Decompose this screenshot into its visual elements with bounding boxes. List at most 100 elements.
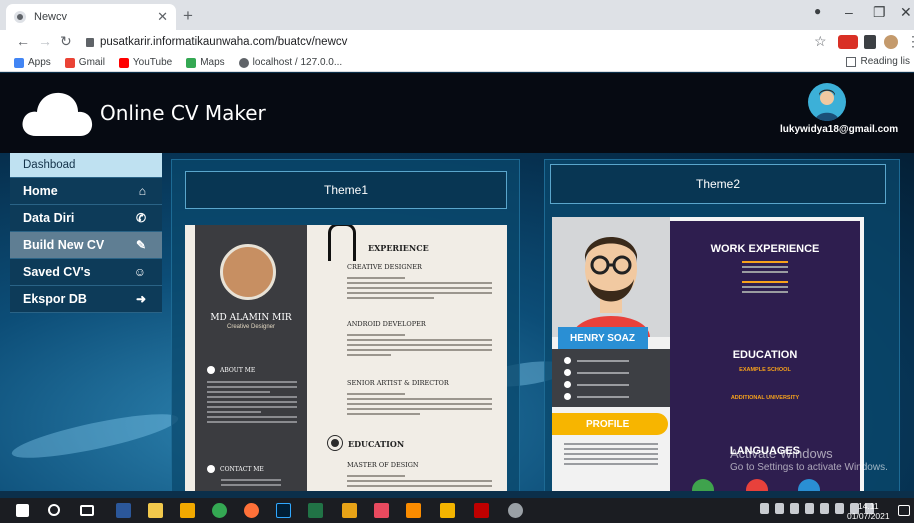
app-icon[interactable] [374, 503, 389, 518]
reload-icon[interactable]: ↻ [60, 33, 72, 50]
forward-arrow-icon[interactable]: → [38, 33, 52, 49]
theme1-name: MD ALAMIN MIR [210, 313, 292, 323]
tray-chevron-icon[interactable] [760, 503, 769, 514]
chrome-menu-icon[interactable]: ⋮ [906, 33, 914, 50]
bookmark-star-icon[interactable]: ☆ [814, 33, 827, 50]
theme1-contact-heading: CONTACT ME [207, 465, 264, 473]
phone-icon [207, 465, 215, 473]
avatar-illustration-icon [572, 237, 650, 337]
cloud-logo-icon [22, 92, 93, 136]
youtube-icon [118, 57, 129, 68]
chrome-icon[interactable] [212, 503, 227, 518]
theme1-job-2: ANDROID DEVELOPER [347, 320, 426, 328]
battery-icon[interactable] [835, 503, 844, 514]
filezilla-icon[interactable] [474, 503, 489, 518]
store-icon[interactable] [148, 503, 163, 518]
globe-icon [564, 381, 571, 388]
phone-icon: ✆ [135, 211, 146, 225]
tab-title: Newcv [34, 11, 68, 23]
bookmark-apps[interactable]: Apps [14, 57, 51, 68]
search-icon[interactable] [48, 504, 60, 516]
theme2-photo [552, 217, 670, 337]
minimize-icon[interactable]: – [845, 4, 853, 20]
bookmark-gmail[interactable]: Gmail [64, 57, 105, 68]
reading-list[interactable]: Reading lis [845, 56, 910, 67]
theme1-job-3: SENIOR ARTIST & DIRECTOR [347, 379, 449, 387]
education-icon [328, 436, 342, 450]
theme1-button[interactable]: Theme1 [185, 171, 507, 209]
bookmark-maps[interactable]: Maps [186, 57, 225, 68]
site-header: Online CV Maker lukywidya18@gmail.com [0, 73, 914, 153]
sidebar-item-ekspor-db[interactable]: Ekspor DB ➜ [10, 286, 162, 313]
tab-close-icon[interactable]: ✕ [157, 9, 168, 25]
sidebar-item-build-new-cv[interactable]: Build New CV ✎ [10, 232, 162, 259]
bookmark-localhost[interactable]: localhost / 127.0.0... [238, 57, 342, 68]
activate-windows-watermark: Activate Windows [730, 446, 833, 461]
pencil-app-icon[interactable] [440, 503, 455, 518]
extensions-puzzle-icon[interactable] [864, 35, 876, 49]
theme1-job-1-text [347, 277, 492, 302]
user-avatar[interactable] [808, 83, 846, 121]
task-view-icon[interactable] [80, 505, 94, 516]
tray-app-icon[interactable] [790, 503, 799, 514]
maximize-icon[interactable]: ❐ [873, 4, 886, 21]
file-explorer-icon[interactable] [180, 503, 195, 518]
sign-out-icon: ➜ [135, 292, 146, 306]
location-icon [564, 357, 571, 364]
browser-tab[interactable]: Newcv ✕ [6, 4, 176, 30]
theme1-edu-text [347, 475, 492, 490]
theme1-job-3-text [347, 393, 492, 418]
taskbar-clock[interactable]: 14.11 01/07/2021 [847, 501, 890, 521]
excel-icon[interactable] [308, 503, 323, 518]
theme2-work-heading: WORK EXPERIENCE [710, 243, 820, 255]
bookmarks-bar: Apps Gmail YouTube Maps localhost / 127.… [0, 54, 914, 72]
globe-icon [238, 57, 249, 68]
firefox-icon[interactable] [244, 503, 259, 518]
lock-icon [86, 37, 94, 47]
theme1-contact-text [221, 479, 281, 489]
theme1-education-heading: EDUCATION [348, 439, 405, 449]
bookmark-youtube[interactable]: YouTube [118, 57, 172, 68]
gmail-icon [64, 57, 75, 68]
theme2-university: ADDITIONAL UNIVERSITY [730, 395, 800, 401]
photoshop-icon[interactable] [276, 503, 291, 518]
app-icon[interactable] [508, 503, 523, 518]
theme2-contact-block [552, 349, 670, 407]
user-email[interactable]: lukywidya18@gmail.com [780, 124, 898, 135]
theme1-job-1: CREATIVE DESIGNER [347, 263, 422, 271]
theme2-education-heading: EDUCATION [732, 349, 798, 361]
window-close-icon[interactable]: ✕ [900, 4, 912, 21]
back-arrow-icon[interactable]: ← [16, 33, 30, 49]
word-icon[interactable] [116, 503, 131, 518]
theme1-photo [220, 244, 276, 300]
theme2-work-text [742, 261, 788, 296]
theme2-button[interactable]: Theme2 [550, 164, 886, 204]
edit-icon: ✎ [135, 238, 146, 252]
sidebar-item-data-diri[interactable]: Data Diri ✆ [10, 205, 162, 232]
home-icon: ⌂ [138, 184, 146, 198]
windows-start-icon[interactable] [16, 504, 29, 517]
user-circle-icon: ☺ [133, 265, 146, 279]
tray-app-icon[interactable] [805, 503, 814, 514]
sidebar-item-home[interactable]: Home ⌂ [10, 178, 162, 205]
theme2-school: EXAMPLE SCHOOL [739, 367, 791, 373]
site-title[interactable]: Online CV Maker [100, 101, 266, 125]
user-avatar-icon [815, 89, 839, 121]
browser-tab-strip: Newcv ✕ + ● – ❐ ✕ [0, 0, 914, 30]
sidebar-item-saved-cvs[interactable]: Saved CV's ☺ [10, 259, 162, 286]
tray-app-icon[interactable] [820, 503, 829, 514]
notification-icon[interactable] [898, 505, 910, 516]
new-tab-icon[interactable]: + [183, 6, 193, 26]
address-bar-row: ← → ↻ pusatkarir.informatikaunwaha.com/b… [0, 30, 914, 54]
xampp-icon[interactable] [406, 503, 421, 518]
reading-list-icon [845, 56, 856, 67]
tray-app-icon[interactable] [775, 503, 784, 514]
url-bar[interactable]: pusatkarir.informatikaunwaha.com/buatcv/… [86, 32, 806, 52]
theme1-experience-heading: EXPERIENCE [368, 243, 429, 253]
windows-taskbar [0, 498, 914, 523]
profile-menu-icon[interactable]: ● [814, 4, 821, 18]
user-avatar-icon[interactable] [884, 35, 898, 49]
theme1-preview[interactable]: MD ALAMIN MIR Creative Designer ABOUT ME… [185, 225, 507, 491]
sublime-icon[interactable] [342, 503, 357, 518]
extension-badge-icon[interactable] [838, 35, 858, 49]
